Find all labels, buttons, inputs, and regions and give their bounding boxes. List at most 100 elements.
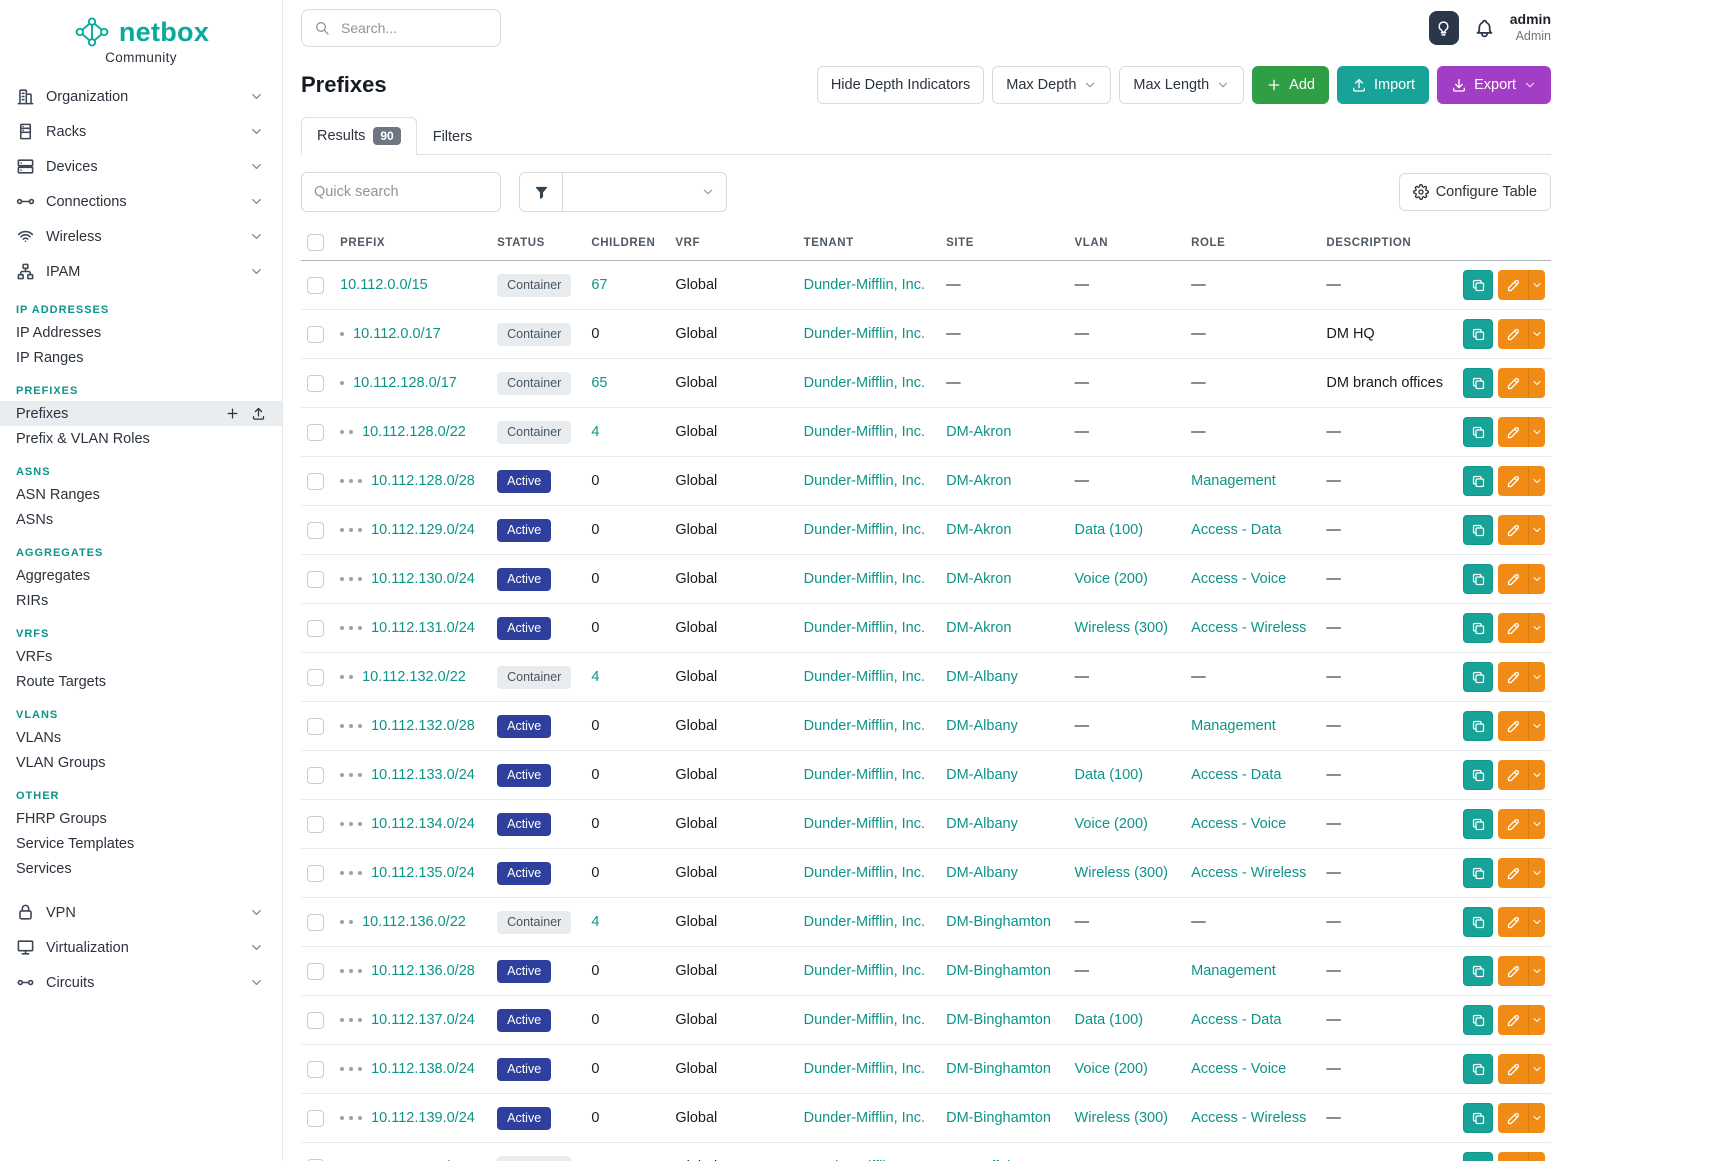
clone-button[interactable] — [1463, 956, 1493, 986]
row-checkbox[interactable] — [307, 1012, 324, 1029]
sidebar-item-vlan-groups[interactable]: VLAN Groups — [0, 750, 282, 775]
edit-button[interactable] — [1498, 809, 1528, 839]
edit-button[interactable] — [1498, 613, 1528, 643]
sidebar-item-fhrp-groups[interactable]: FHRP Groups — [0, 806, 282, 831]
sidebar-item-aggregates[interactable]: Aggregates — [0, 563, 282, 588]
edit-dropdown-button[interactable] — [1528, 368, 1545, 398]
sidebar-item-ip-addresses[interactable]: IP Addresses — [0, 320, 282, 345]
export-button[interactable]: Export — [1437, 66, 1551, 104]
sidebar-item-wireless[interactable]: Wireless — [0, 219, 282, 254]
prefix-link[interactable]: 10.112.132.0/22 — [362, 669, 466, 685]
edit-dropdown-button[interactable] — [1528, 466, 1545, 496]
role-link[interactable]: Access - Voice — [1191, 816, 1286, 832]
theme-toggle-button[interactable] — [1429, 11, 1459, 45]
row-checkbox[interactable] — [307, 816, 324, 833]
role-link[interactable]: Access - Wireless — [1191, 620, 1306, 636]
edit-button[interactable] — [1498, 956, 1528, 986]
global-search[interactable] — [301, 9, 501, 47]
children-link[interactable]: 67 — [591, 277, 607, 293]
clone-button[interactable] — [1463, 368, 1493, 398]
tab-filters[interactable]: Filters — [417, 119, 488, 155]
clone-button[interactable] — [1463, 1005, 1493, 1035]
row-checkbox[interactable] — [307, 963, 324, 980]
clone-button[interactable] — [1463, 466, 1493, 496]
sidebar-item-ipam[interactable]: IPAM — [0, 254, 282, 289]
sidebar-item-asn-ranges[interactable]: ASN Ranges — [0, 482, 282, 507]
edit-dropdown-button[interactable] — [1528, 1005, 1545, 1035]
clone-button[interactable] — [1463, 907, 1493, 937]
vlan-link[interactable]: Wireless (300) — [1075, 865, 1168, 881]
sidebar-item-circuits[interactable]: Circuits — [0, 965, 282, 1000]
role-link[interactable]: Access - Voice — [1191, 1061, 1286, 1077]
edit-dropdown-button[interactable] — [1528, 1054, 1545, 1084]
edit-button[interactable] — [1498, 1005, 1528, 1035]
prefix-link[interactable]: 10.112.134.0/24 — [371, 816, 475, 832]
role-link[interactable]: Management — [1191, 473, 1276, 489]
sidebar-item-prefix-vlan-roles[interactable]: Prefix & VLAN Roles — [0, 426, 282, 451]
edit-button[interactable] — [1498, 417, 1528, 447]
row-checkbox[interactable] — [307, 571, 324, 588]
prefix-link[interactable]: 10.112.136.0/28 — [371, 963, 475, 979]
row-checkbox[interactable] — [307, 865, 324, 882]
row-checkbox[interactable] — [307, 424, 324, 441]
sidebar-item-racks[interactable]: Racks — [0, 114, 282, 149]
edit-button[interactable] — [1498, 907, 1528, 937]
sidebar-item-vrfs[interactable]: VRFs — [0, 644, 282, 669]
children-link[interactable]: 4 — [591, 424, 599, 440]
edit-button[interactable] — [1498, 1054, 1528, 1084]
sidebar-item-virtualization[interactable]: Virtualization — [0, 930, 282, 965]
vlan-link[interactable]: Wireless (300) — [1075, 620, 1168, 636]
row-checkbox[interactable] — [307, 669, 324, 686]
children-link[interactable]: 4 — [591, 914, 599, 930]
tenant-link[interactable]: Dunder-Mifflin, Inc. — [804, 669, 925, 685]
edit-button[interactable] — [1498, 662, 1528, 692]
children-link[interactable]: 65 — [591, 375, 607, 391]
sidebar-item-asns[interactable]: ASNs — [0, 507, 282, 532]
clone-button[interactable] — [1463, 760, 1493, 790]
row-checkbox[interactable] — [307, 277, 324, 294]
edit-button[interactable] — [1498, 368, 1528, 398]
prefix-link[interactable]: 10.112.128.0/22 — [362, 424, 466, 440]
import-button[interactable]: Import — [1337, 66, 1429, 104]
brand[interactable]: netbox Community — [0, 0, 282, 67]
site-link[interactable]: DM-Binghamton — [946, 1012, 1051, 1028]
site-link[interactable]: DM-Binghamton — [946, 1110, 1051, 1126]
saved-filter-select[interactable] — [563, 172, 727, 212]
tenant-link[interactable]: Dunder-Mifflin, Inc. — [804, 375, 925, 391]
clone-button[interactable] — [1463, 564, 1493, 594]
row-checkbox[interactable] — [307, 375, 324, 392]
site-link[interactable]: DM-Albany — [946, 767, 1018, 783]
clone-button[interactable] — [1463, 858, 1493, 888]
clone-button[interactable] — [1463, 319, 1493, 349]
row-checkbox[interactable] — [307, 718, 324, 735]
tenant-link[interactable]: Dunder-Mifflin, Inc. — [804, 1110, 925, 1126]
configure-table-button[interactable]: Configure Table — [1399, 173, 1551, 211]
clone-button[interactable] — [1463, 613, 1493, 643]
prefix-link[interactable]: 10.112.135.0/24 — [371, 865, 475, 881]
vlan-link[interactable]: Data (100) — [1075, 522, 1144, 538]
tenant-link[interactable]: Dunder-Mifflin, Inc. — [804, 914, 925, 930]
tab-results[interactable]: Results 90 — [301, 117, 417, 155]
max-depth-dropdown[interactable]: Max Depth — [992, 66, 1111, 104]
row-checkbox[interactable] — [307, 1061, 324, 1078]
tenant-link[interactable]: Dunder-Mifflin, Inc. — [804, 816, 925, 832]
edit-dropdown-button[interactable] — [1528, 1152, 1545, 1161]
filter-button[interactable] — [519, 172, 563, 212]
prefix-link[interactable]: 10.112.0.0/15 — [340, 277, 428, 293]
role-link[interactable]: Management — [1191, 963, 1276, 979]
row-checkbox[interactable] — [307, 914, 324, 931]
role-link[interactable]: Access - Voice — [1191, 571, 1286, 587]
edit-button[interactable] — [1498, 760, 1528, 790]
site-link[interactable]: DM-Binghamton — [946, 1061, 1051, 1077]
prefix-link[interactable]: 10.112.130.0/24 — [371, 571, 475, 587]
select-all-checkbox[interactable] — [307, 234, 324, 251]
edit-dropdown-button[interactable] — [1528, 1103, 1545, 1133]
add-button[interactable]: Add — [1252, 66, 1329, 104]
prefix-link[interactable]: 10.112.0.0/17 — [353, 326, 441, 342]
edit-dropdown-button[interactable] — [1528, 858, 1545, 888]
sidebar-item-route-targets[interactable]: Route Targets — [0, 669, 282, 694]
vlan-link[interactable]: Wireless (300) — [1075, 1110, 1168, 1126]
prefix-link[interactable]: 10.112.128.0/28 — [371, 473, 475, 489]
prefix-link[interactable]: 10.112.137.0/24 — [371, 1012, 475, 1028]
vlan-link[interactable]: Data (100) — [1075, 1012, 1144, 1028]
